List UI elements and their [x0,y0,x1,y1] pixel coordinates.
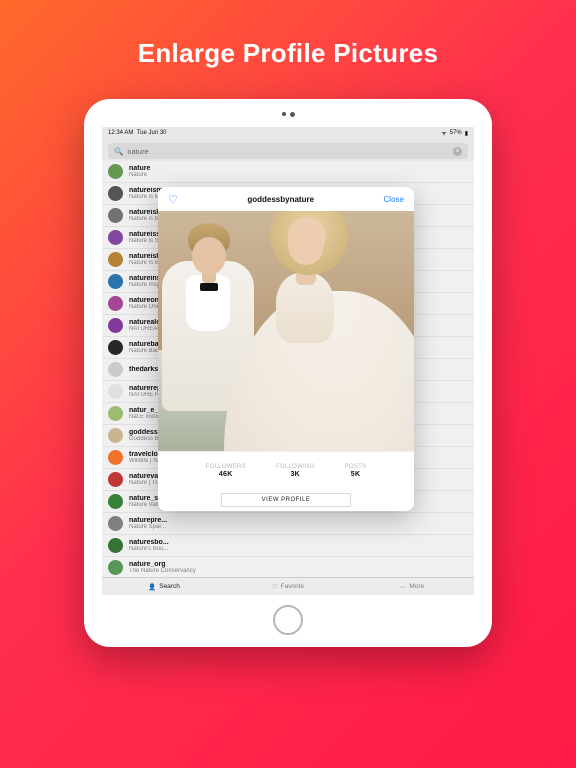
posts-label: POSTS [345,464,367,470]
home-button[interactable] [273,605,303,635]
following-label: FOLLOWING [276,464,315,470]
tablet-screen: 12:34 AM Tue Jun 30 ᯤ 57% ▮ 🔍 nature × n… [102,127,474,595]
tablet-sensors [282,111,295,117]
tablet-frame: 12:34 AM Tue Jun 30 ᯤ 57% ▮ 🔍 nature × n… [84,99,492,647]
followers-label: FOLLOWERS [206,464,246,470]
profile-stats: FOLLOWERS46K FOLLOWING3K POSTS5K [158,451,414,489]
favorite-button[interactable]: ♡ [168,193,178,206]
hero-title: Enlarge Profile Pictures [138,38,439,69]
profile-photo [158,211,414,451]
close-button[interactable]: Close [384,195,404,204]
modal-title: goddessbynature [247,195,314,204]
view-profile-button[interactable]: VIEW PROFILE [221,493,351,507]
followers-value: 46K [219,471,233,478]
posts-value: 5K [351,471,361,478]
profile-modal: ♡ goddessbynature Close FOLLOWERS46K FOL… [158,187,414,511]
following-value: 3K [290,471,300,478]
